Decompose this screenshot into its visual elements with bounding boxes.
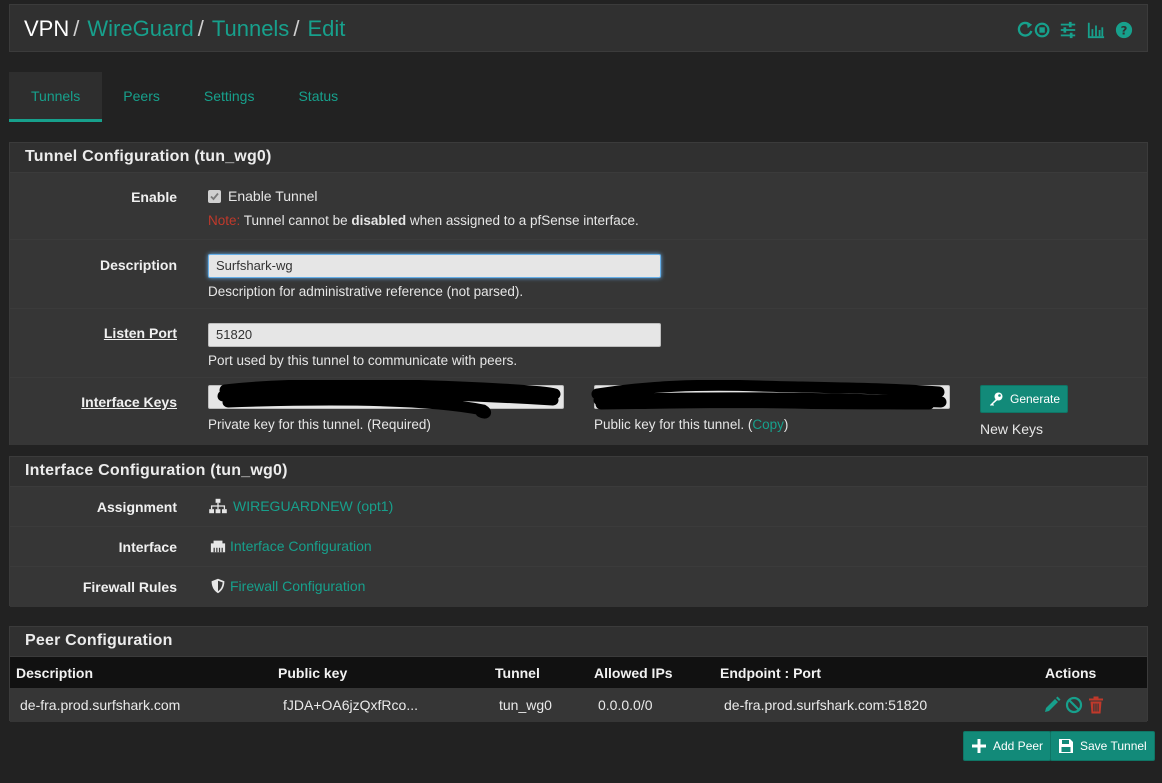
peer-endpoint: de-fra.prod.surfshark.com:51820 xyxy=(714,688,1039,722)
public-key-input[interactable] xyxy=(591,380,950,410)
breadcrumb-tunnels[interactable]: Tunnels xyxy=(212,16,289,41)
tab-status[interactable]: Status xyxy=(276,72,360,122)
add-peer-button[interactable]: Add Peer xyxy=(963,731,1052,761)
enable-label: Enable xyxy=(131,189,177,205)
col-actions: Actions xyxy=(1039,657,1147,688)
peer-allowed-ips[interactable]: 0.0.0.0/0 xyxy=(588,688,714,722)
sitemap-icon xyxy=(209,498,227,514)
table-row: de-fra.prod.surfshark.com fJDA+OA6jzQxfR… xyxy=(10,688,1147,722)
panel-title: Peer Configuration xyxy=(10,627,1147,657)
assignment-link[interactable]: WIREGUARDNEW (opt1) xyxy=(233,498,393,514)
description-label: Description xyxy=(99,257,177,273)
listen-port-row: Listen Port 51820 Port used by this tunn… xyxy=(10,309,1147,378)
pencil-icon[interactable] xyxy=(1043,696,1061,714)
firewall-rules-label: Firewall Rules xyxy=(82,579,177,595)
peers-table: Description Public key Tunnel Allowed IP… xyxy=(10,657,1147,722)
col-endpoint: Endpoint : Port xyxy=(714,657,1039,688)
listen-port-label[interactable]: Listen Port xyxy=(104,325,177,341)
tab-bar: Tunnels Peers Settings Status xyxy=(9,72,360,122)
breadcrumb-separator: / xyxy=(197,16,204,41)
peer-tunnel: tun_wg0 xyxy=(489,688,588,722)
panel-title: Tunnel Configuration (tun_wg0) xyxy=(10,143,1147,173)
breadcrumb-wireguard[interactable]: WireGuard xyxy=(87,16,193,41)
tab-settings[interactable]: Settings xyxy=(182,72,277,122)
assignment-row: Assignment WIREGUARDNEW (opt1) xyxy=(10,487,1147,527)
private-key-input[interactable] xyxy=(208,380,564,419)
listen-port-input[interactable]: 51820 xyxy=(208,323,661,347)
help-icon[interactable]: ? xyxy=(1113,19,1135,41)
peer-public-key: fJDA+OA6jzQxfRco... xyxy=(272,688,489,722)
interface-keys-row: Interface Keys Private key for this tunn… xyxy=(10,378,1147,445)
firewall-rules-row: Firewall Rules Firewall Configuration xyxy=(10,567,1147,607)
col-public-key: Public key xyxy=(272,657,489,688)
ethernet-icon xyxy=(210,540,226,553)
breadcrumb-separator: / xyxy=(73,16,80,41)
note-bold: disabled xyxy=(351,213,407,228)
interface-row: Interface Interface Configuration xyxy=(10,527,1147,567)
breadcrumb: VPN / WireGuard / Tunnels / Edit xyxy=(24,15,345,43)
assignment-label: Assignment xyxy=(96,499,177,515)
col-tunnel: Tunnel xyxy=(489,657,588,688)
description-help: Description for administrative reference… xyxy=(208,284,524,299)
add-peer-label: Add Peer xyxy=(993,739,1044,753)
interface-label: Interface xyxy=(118,539,177,555)
enable-tunnel-checkbox[interactable] xyxy=(208,189,221,203)
tab-peers[interactable]: Peers xyxy=(102,72,182,122)
plus-icon xyxy=(972,739,986,753)
breadcrumb-vpn: VPN xyxy=(24,16,70,41)
description-input[interactable]: Surfshark-wg xyxy=(208,254,661,278)
breadcrumb-separator: / xyxy=(293,16,300,41)
new-keys-label: New Keys xyxy=(980,421,1044,437)
col-allowed-ips: Allowed IPs xyxy=(588,657,714,688)
enable-row: Enable Enable Tunnel Note: Tunnel cannot… xyxy=(10,173,1147,240)
breadcrumb-edit[interactable]: Edit xyxy=(307,16,345,41)
description-row: Description Surfshark-wg Description for… xyxy=(10,240,1147,309)
generate-label: Generate xyxy=(1010,392,1061,406)
sliders-icon[interactable] xyxy=(1057,19,1079,41)
panel-title: Interface Configuration (tun_wg0) xyxy=(10,457,1147,487)
chart-icon[interactable] xyxy=(1085,19,1107,41)
svg-text:?: ? xyxy=(1121,24,1128,38)
generate-keys-button[interactable]: Generate xyxy=(980,385,1069,413)
save-tunnel-button[interactable]: Save Tunnel xyxy=(1050,731,1155,761)
note-text: Tunnel cannot be xyxy=(240,213,352,228)
note-prefix: Note: xyxy=(208,213,241,228)
col-description: Description xyxy=(10,657,272,688)
tab-tunnels[interactable]: Tunnels xyxy=(9,72,103,122)
enable-tunnel-label: Enable Tunnel xyxy=(228,188,318,204)
peer-actions xyxy=(1039,688,1147,722)
interface-keys-label[interactable]: Interface Keys xyxy=(81,394,177,410)
enable-tunnel-checkbox-wrap[interactable]: Enable Tunnel xyxy=(208,188,639,204)
enable-note: Note: Tunnel cannot be disabled when ass… xyxy=(208,213,639,228)
reload-icon[interactable] xyxy=(1017,19,1051,41)
interface-configuration-panel: Interface Configuration (tun_wg0) Assign… xyxy=(9,456,1148,607)
tunnel-configuration-panel: Tunnel Configuration (tun_wg0) Enable En… xyxy=(9,142,1148,445)
trash-icon[interactable] xyxy=(1087,696,1105,714)
redaction-scribble xyxy=(217,380,561,419)
peer-description: de-fra.prod.surfshark.com xyxy=(10,688,272,722)
disable-icon[interactable] xyxy=(1065,696,1083,714)
listen-port-help: Port used by this tunnel to communicate … xyxy=(208,353,518,368)
interface-configuration-link[interactable]: Interface Configuration xyxy=(230,538,372,554)
save-tunnel-label: Save Tunnel xyxy=(1080,739,1147,753)
firewall-configuration-link[interactable]: Firewall Configuration xyxy=(230,578,365,594)
shield-icon xyxy=(211,578,225,594)
save-icon xyxy=(1059,739,1073,753)
page-header: VPN / WireGuard / Tunnels / Edit ? xyxy=(9,4,1148,52)
note-text-end: when assigned to a pfSense interface. xyxy=(406,213,639,228)
peer-configuration-panel: Peer Configuration Description Public ke… xyxy=(9,626,1148,722)
redaction-scribble xyxy=(591,380,947,410)
header-icon-bar: ? xyxy=(1017,19,1135,41)
key-icon xyxy=(990,392,1003,406)
